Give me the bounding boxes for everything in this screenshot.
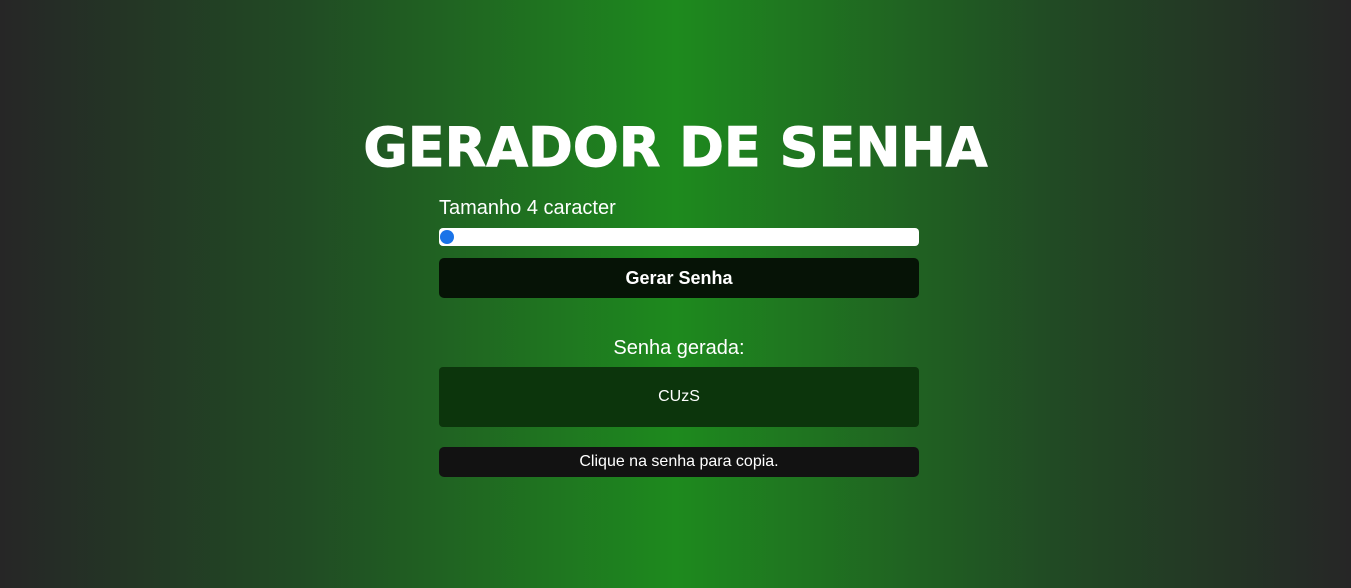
page-title-text: GERADOR DE SENHA bbox=[363, 116, 988, 180]
generated-password-box[interactable]: CUzS bbox=[439, 367, 919, 427]
generated-password-label: Senha gerada: bbox=[613, 337, 745, 359]
page-title: GERADOR DE SENHA bbox=[0, 116, 1351, 180]
length-label: Tamanho 4 caracter bbox=[439, 197, 616, 219]
slider-thumb[interactable] bbox=[440, 230, 454, 244]
copy-hint-tooltip: Clique na senha para copia. bbox=[439, 447, 919, 477]
generate-password-button[interactable]: Gerar Senha bbox=[439, 258, 919, 298]
length-slider[interactable] bbox=[439, 228, 919, 246]
